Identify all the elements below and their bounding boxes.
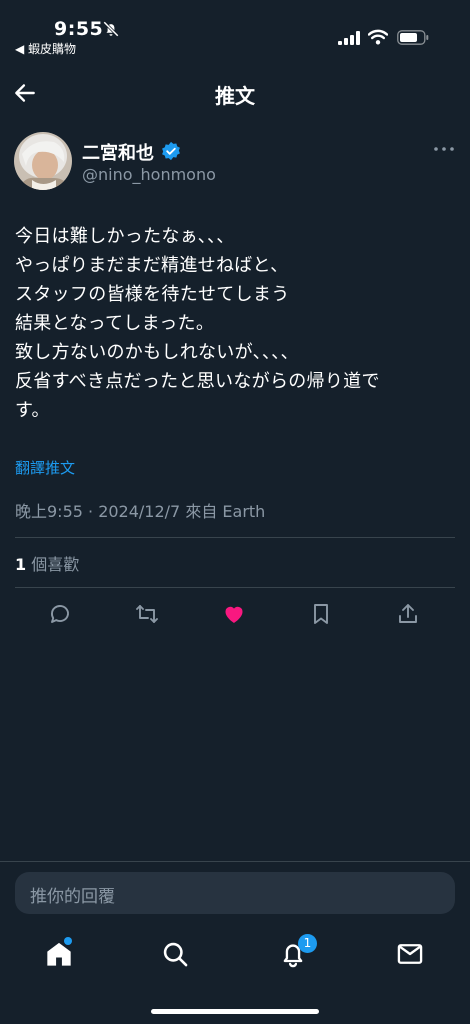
bell-off-icon [103,21,119,37]
tweet-line: 結果となってしまった。 [15,313,215,334]
divider [15,537,455,538]
avatar-image [14,132,72,190]
like-icon[interactable] [222,602,246,626]
tweet-line: す。 [15,400,50,421]
wifi-icon [368,29,388,45]
avatar[interactable] [14,132,72,190]
tweet-line: 致し方ないのかもしれないが、、、、 [15,342,299,363]
divider [15,587,455,588]
more-options-icon[interactable] [432,142,456,156]
tweet-timestamp-source: 晚上9:55 · 2024/12/7 來自 Earth [15,502,266,521]
tweet-line: スタッフの皆様を待たせてしまう [15,284,290,305]
translate-tweet-link[interactable]: 翻譯推文 [15,457,75,478]
status-time: 9:55 [54,18,104,40]
home-indicator[interactable] [151,1009,319,1014]
tweet-line: 反省すべき点だったと思いながらの帰り道で [15,371,380,392]
battery-icon [397,30,429,45]
cellular-signal-icon [338,31,360,45]
reply-placeholder: 推你的回覆 [30,887,115,907]
author-handle[interactable]: @nino_honmono [82,165,216,184]
divider [0,861,470,862]
likes-label: 個喜歡 [26,555,80,574]
tweet-line: やっぱりまだまだ精進せねばと、 [15,255,289,276]
messages-icon[interactable] [396,940,424,968]
likes-count[interactable]: 1 個喜歡 [15,551,79,575]
reply-icon[interactable] [48,602,72,626]
author-name[interactable]: 二宮和也 [82,139,154,165]
notification-badge: 1 [298,934,317,953]
share-icon[interactable] [396,602,420,626]
likes-number: 1 [15,555,27,574]
page-title: 推文 [215,84,255,108]
search-icon[interactable] [161,940,189,968]
verified-badge-icon [162,141,180,161]
tweet-line: 今日は難しかったなぁ、、、 [15,226,235,247]
retweet-icon[interactable] [135,602,159,626]
tweet-detail-screen: 9:55 ◀ 蝦皮購物 推文 二宮和也 @nino_honmono 今日は難しか… [0,0,470,1024]
back-to-app-link[interactable]: ◀ 蝦皮購物 [15,40,76,57]
bookmark-icon[interactable] [309,602,333,626]
reply-input[interactable]: 推你的回覆 [15,872,455,914]
home-unread-dot [64,937,72,945]
tweet-body: 今日は難しかったなぁ、、、 やっぱりまだまだ精進せねばと、 スタッフの皆様を待た… [15,222,460,425]
